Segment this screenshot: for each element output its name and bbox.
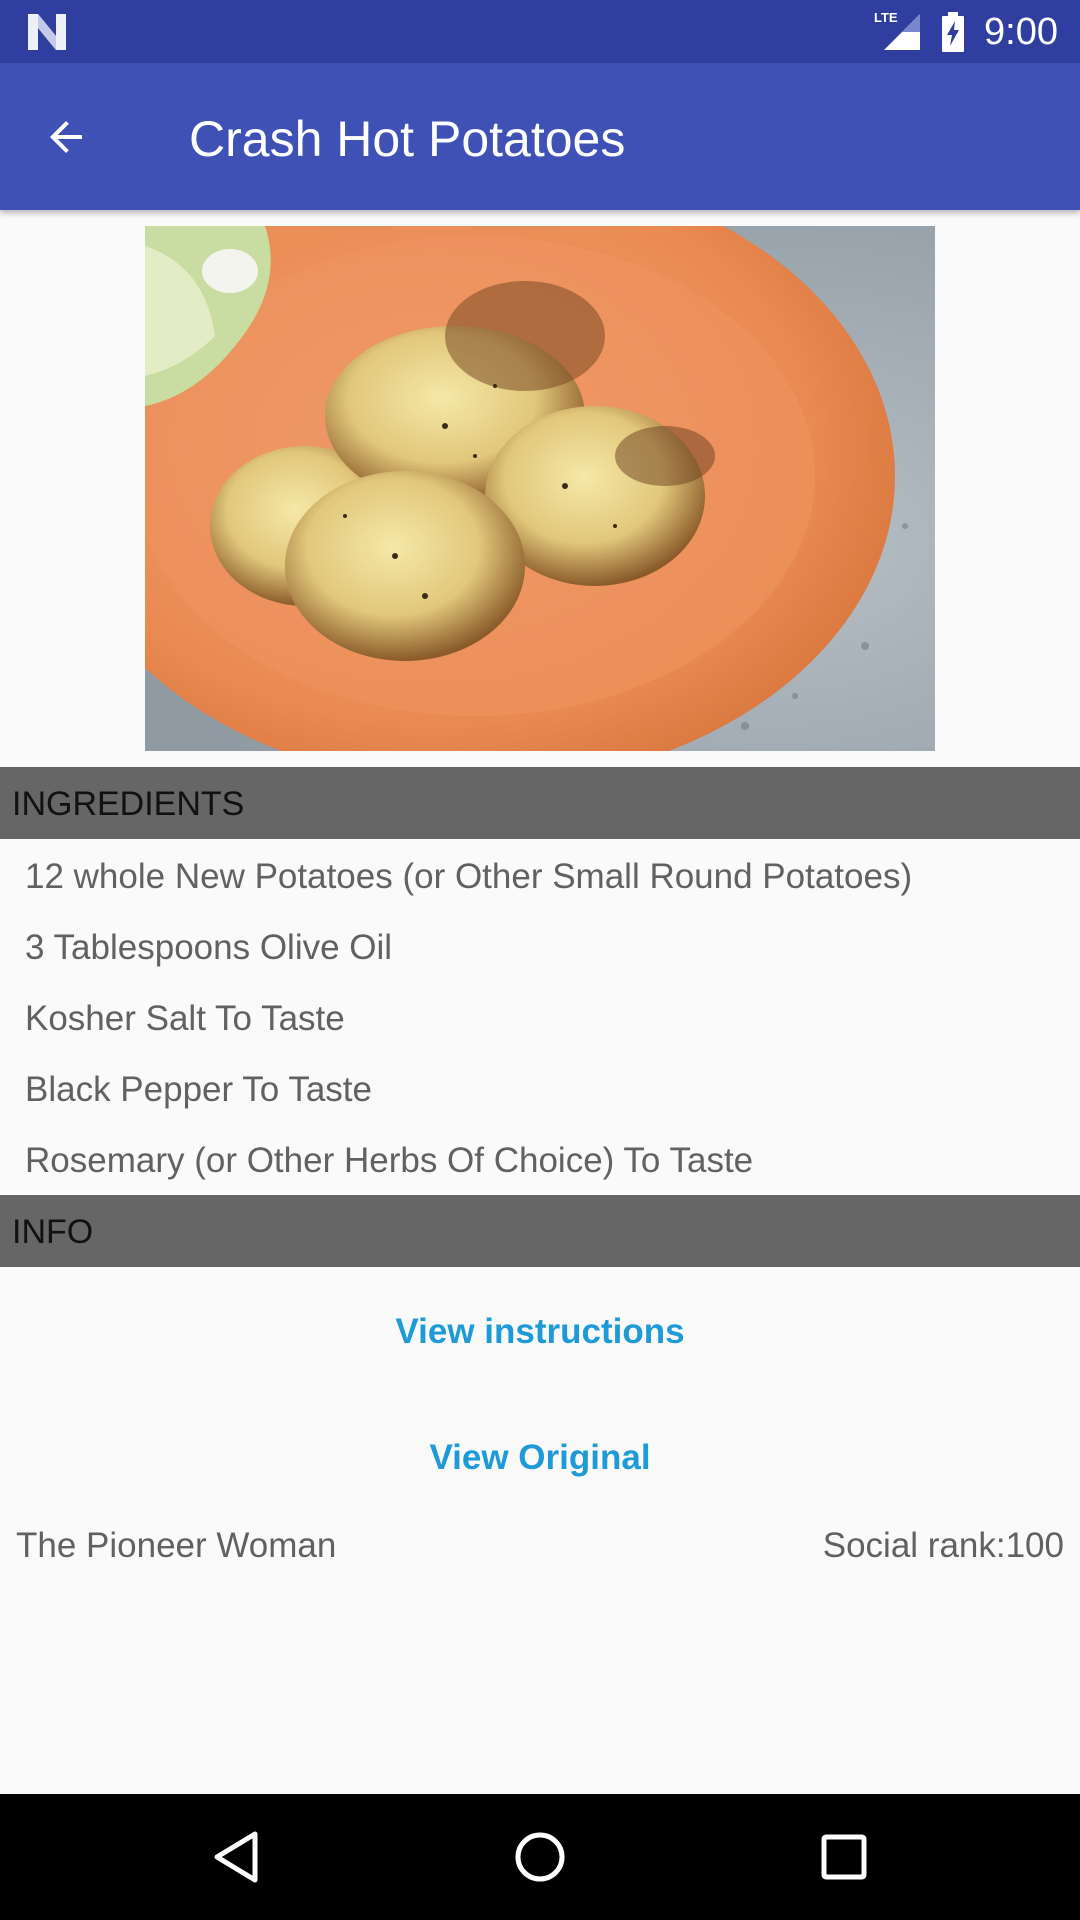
nav-home-button[interactable] — [510, 1827, 570, 1887]
nav-recents-button[interactable] — [814, 1827, 874, 1887]
view-original-button[interactable]: View Original — [0, 1435, 1080, 1481]
social-rank: Social rank:100 — [822, 1526, 1064, 1565]
recipe-photo — [145, 226, 935, 751]
nav-back-button[interactable] — [206, 1827, 266, 1887]
view-instructions-button[interactable]: View instructions — [0, 1309, 1080, 1355]
battery-charging-icon — [942, 12, 964, 52]
page-title: Crash Hot Potatoes — [189, 111, 626, 167]
info-header: INFO — [0, 1195, 1080, 1267]
status-bar: LTE 9:00 — [0, 0, 1080, 63]
info-title: INFO — [12, 1213, 94, 1251]
system-nav-bar — [0, 1794, 1080, 1920]
arrow-back-icon — [50, 121, 82, 153]
n-logo-icon — [28, 14, 66, 50]
back-button[interactable] — [30, 101, 102, 173]
ingredient-item: 12 whole New Potatoes (or Other Small Ro… — [25, 857, 913, 896]
clock: 9:00 — [984, 11, 1058, 53]
ingredients-header: INGREDIENTS — [0, 767, 1080, 839]
publisher-name: The Pioneer Woman — [16, 1526, 337, 1565]
ingredient-item: Kosher Salt To Taste — [25, 999, 345, 1038]
ingredient-item: Black Pepper To Taste — [25, 1070, 372, 1109]
nav-recents-icon — [821, 1834, 867, 1880]
ingredient-item: Rosemary (or Other Herbs Of Choice) To T… — [25, 1141, 754, 1180]
lte-label: LTE — [874, 10, 898, 25]
nav-back-icon — [214, 1831, 258, 1883]
ingredients-title: INGREDIENTS — [12, 785, 245, 823]
recipe-detail-screen: LTE 9:00 Crash Hot Potatoes INGREDIENTS … — [0, 0, 1080, 1920]
app-bar: Crash Hot Potatoes — [0, 63, 1080, 210]
lte-signal-icon: LTE — [874, 10, 920, 50]
nav-home-icon — [515, 1832, 565, 1882]
ingredient-item: 3 Tablespoons Olive Oil — [25, 928, 393, 967]
